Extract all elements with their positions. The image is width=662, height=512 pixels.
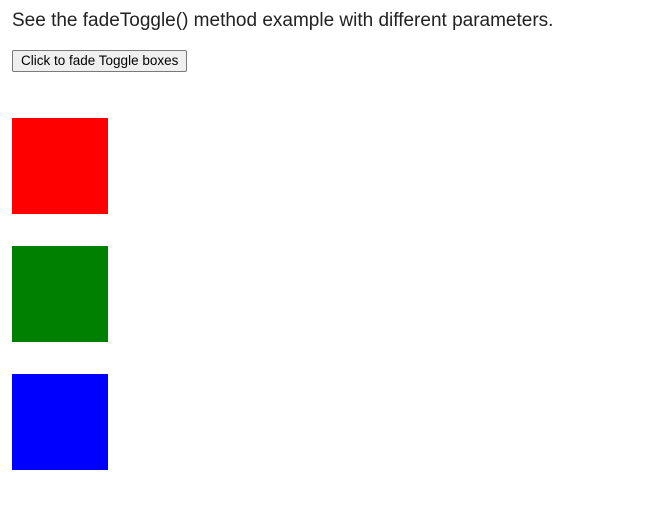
color-box-blue [12,374,108,470]
color-box-red [12,118,108,214]
fade-toggle-button[interactable]: Click to fade Toggle boxes [12,50,187,72]
boxes-container [12,118,652,470]
page-heading: See the fadeToggle() method example with… [12,10,652,32]
color-box-green [12,246,108,342]
